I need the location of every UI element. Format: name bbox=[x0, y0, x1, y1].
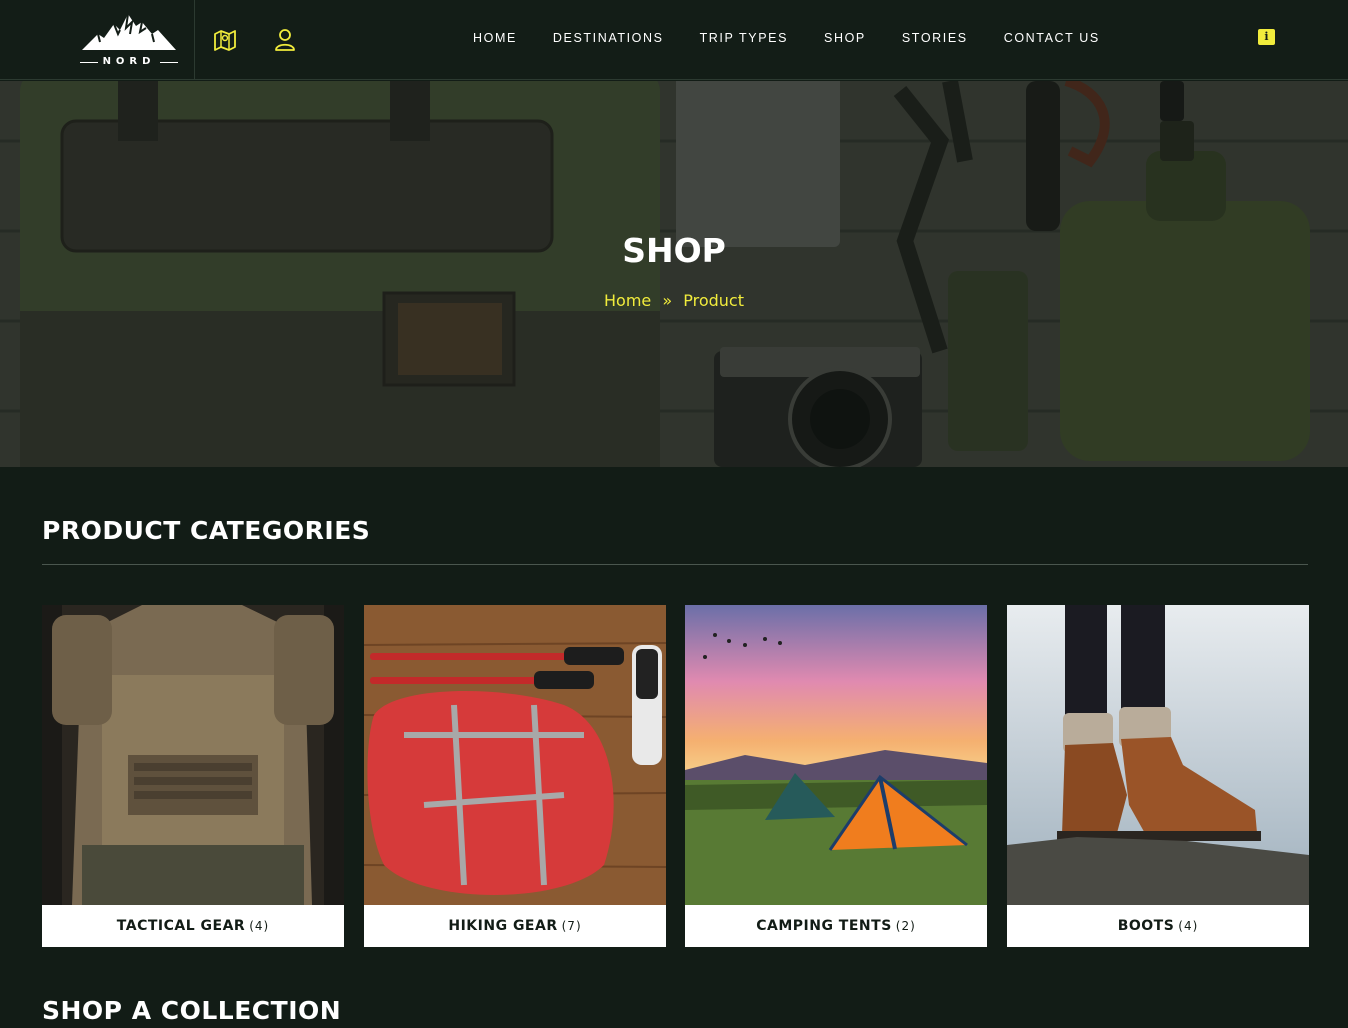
section-title-categories: PRODUCT CATEGORIES bbox=[42, 516, 371, 545]
category-count: (2) bbox=[895, 919, 916, 933]
breadcrumb-separator: » bbox=[662, 291, 673, 310]
category-name: HIKING GEAR bbox=[448, 918, 558, 934]
info-icon[interactable]: i bbox=[1258, 29, 1275, 45]
nav-trip-types[interactable]: TRIP TYPES bbox=[700, 31, 788, 45]
category-label: HIKING GEAR (7) bbox=[364, 905, 666, 947]
breadcrumb: Home » Product bbox=[0, 291, 1348, 310]
site-header: NORD HOME DESTINATIONS TRIP TYPES SHOP S… bbox=[0, 0, 1348, 80]
category-label: TACTICAL GEAR (4) bbox=[42, 905, 344, 947]
category-image-hiking-gear bbox=[364, 605, 666, 905]
user-icon[interactable] bbox=[272, 27, 298, 53]
logo-text: NORD bbox=[102, 56, 156, 67]
category-label: BOOTS (4) bbox=[1007, 905, 1309, 947]
breadcrumb-current: Product bbox=[683, 291, 744, 310]
nav-stories[interactable]: STORIES bbox=[902, 31, 968, 45]
category-name: CAMPING TENTS bbox=[756, 918, 892, 934]
category-name: TACTICAL GEAR bbox=[116, 918, 246, 934]
nav-contact-us[interactable]: CONTACT US bbox=[1004, 31, 1100, 45]
logo[interactable]: NORD bbox=[0, 0, 195, 80]
category-card-tactical-gear[interactable]: TACTICAL GEAR (4) bbox=[42, 605, 344, 947]
category-count: (4) bbox=[1178, 919, 1199, 933]
breadcrumb-home[interactable]: Home bbox=[604, 291, 651, 310]
category-card-hiking-gear[interactable]: HIKING GEAR (7) bbox=[364, 605, 666, 947]
nav-destinations[interactable]: DESTINATIONS bbox=[553, 31, 664, 45]
nav-home[interactable]: HOME bbox=[473, 31, 517, 45]
section-divider bbox=[42, 564, 1308, 565]
category-image-boots bbox=[1007, 605, 1309, 905]
hero-background-image bbox=[0, 81, 1348, 467]
section-title-collection: SHOP A COLLECTION bbox=[42, 996, 342, 1025]
hero-banner: SHOP Home » Product bbox=[0, 81, 1348, 467]
main-nav: HOME DESTINATIONS TRIP TYPES SHOP STORIE… bbox=[473, 31, 1136, 45]
category-image-camping-tents bbox=[685, 605, 987, 905]
category-image-tactical-gear bbox=[42, 605, 344, 905]
category-count: (7) bbox=[561, 919, 582, 933]
mountain-logo-icon bbox=[82, 13, 176, 50]
category-card-camping-tents[interactable]: CAMPING TENTS (2) bbox=[685, 605, 987, 947]
category-count: (4) bbox=[249, 919, 270, 933]
category-name: BOOTS bbox=[1117, 918, 1175, 934]
nav-shop[interactable]: SHOP bbox=[824, 31, 866, 45]
category-card-boots[interactable]: BOOTS (4) bbox=[1007, 605, 1309, 947]
map-icon[interactable] bbox=[212, 27, 238, 53]
page-title: SHOP bbox=[622, 231, 726, 270]
category-label: CAMPING TENTS (2) bbox=[685, 905, 987, 947]
